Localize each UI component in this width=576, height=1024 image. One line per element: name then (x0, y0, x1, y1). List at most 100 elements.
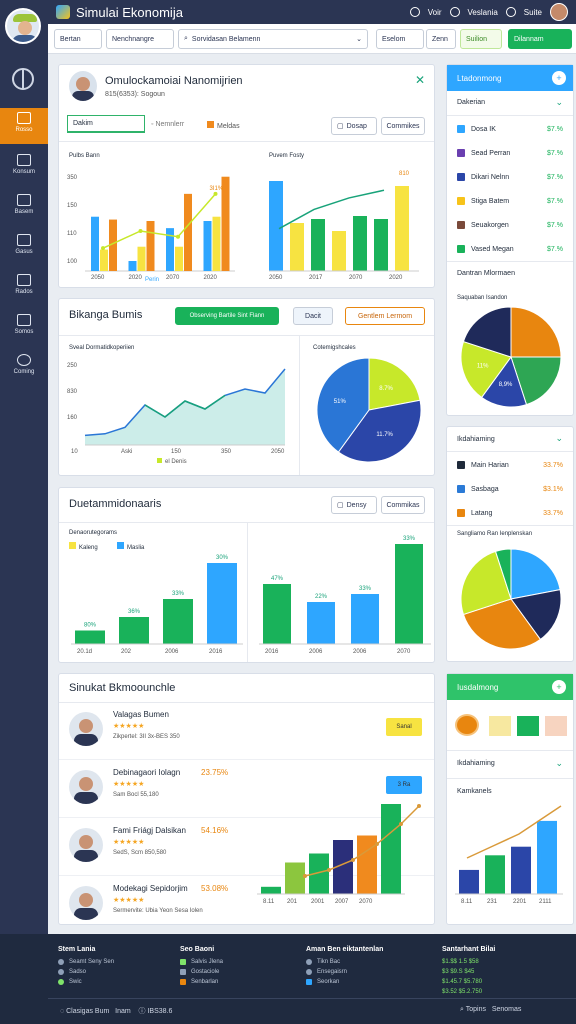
indicator-row[interactable]: Main Harian 33.7% (447, 453, 573, 477)
y-tick-label: 110 (67, 231, 77, 237)
divider (447, 778, 573, 779)
note-icon[interactable] (489, 716, 511, 736)
search-icon[interactable]: ⌕ (460, 1006, 464, 1013)
area-chart-title: Sveal Dormatidkoperiien (69, 345, 135, 351)
sidebar-item-rados[interactable]: Rados (0, 270, 48, 306)
plus-icon[interactable]: + (552, 71, 566, 85)
chevron-down-icon[interactable]: ⌄ (555, 97, 563, 108)
item-name: Valagas Bumen (113, 710, 169, 719)
x-tick-label: 2007 (335, 899, 349, 904)
tab-input[interactable]: Dakim (67, 115, 145, 133)
row-action-button[interactable]: 3 Ra (386, 776, 422, 794)
divider (447, 750, 573, 751)
plus-icon[interactable]: + (552, 680, 566, 694)
toolbar-button-zenn[interactable]: Zenn (426, 29, 456, 49)
list-item[interactable]: Valagas Bumen ★★★★★ Zikpertel: 3II 3x-BE… (59, 704, 434, 760)
footer-link[interactable]: Gostaciole (180, 969, 223, 975)
coin-icon[interactable] (455, 714, 479, 736)
divider (247, 522, 248, 662)
globe-icon[interactable] (12, 68, 34, 90)
indicator-row[interactable]: Dosa IK $7.% (447, 117, 573, 141)
indicator-row[interactable]: Vased Megan $7.% (447, 237, 573, 261)
toolbar-button-eselom[interactable]: Eselom (376, 29, 424, 49)
chevron-down-icon[interactable]: ⌄ (555, 758, 563, 769)
row-action-button[interactable]: Sanal (386, 718, 422, 736)
indicator-row[interactable]: Sasbaga $3.1% (447, 477, 573, 501)
footer-link[interactable]: Salvis Jlena (180, 959, 223, 965)
footer-bottom-right: ⌕ Topins Senomas (460, 1006, 522, 1013)
trend-point (101, 246, 105, 251)
toolbar-button-bertan[interactable]: Bertan (54, 29, 102, 49)
trend-point (375, 842, 379, 846)
trend-point (303, 874, 307, 878)
chart-icon[interactable] (517, 716, 539, 736)
data-label: 33% (359, 586, 372, 592)
close-icon[interactable]: ✕ (415, 73, 425, 87)
chevron-down-icon[interactable]: ⌄ (555, 433, 563, 444)
info-icon[interactable]: ⓘ (139, 1008, 146, 1015)
search-icon[interactable] (409, 7, 420, 17)
indicator-row[interactable]: Stiga Batem $7.% (447, 189, 573, 213)
search-input[interactable]: ⌕ Sorvidasan Belamenn ⌄ (178, 29, 368, 49)
square-icon: ▢ (337, 502, 344, 509)
chat-icon[interactable]: ◌ (60, 1008, 64, 1015)
sidebar-item-gasus[interactable]: Gasus (0, 230, 48, 266)
legend-item-1: ◦ Nemnlerr (151, 121, 185, 128)
dosap-button[interactable]: ▢ Dosap (331, 117, 377, 135)
y-tick-label: 160 (67, 415, 78, 421)
sidebar-item-konsum[interactable]: Konsum (0, 150, 48, 186)
gentlem-button[interactable]: Gentlem Lermom (345, 307, 425, 325)
commikes-button[interactable]: Commikes (381, 117, 425, 135)
divider (299, 335, 300, 475)
top-link-3[interactable]: Suite (524, 8, 542, 17)
sidebar-item-coming[interactable]: Coming (0, 350, 48, 386)
indicator-row[interactable]: Latang 33.7% (447, 501, 573, 525)
x-tick-label: 2111 (539, 899, 552, 905)
dashboard-icon (17, 112, 31, 124)
profile-avatar[interactable] (5, 8, 41, 44)
indicator-label: Sead Perran (471, 149, 511, 157)
footer-link[interactable]: Swic (58, 979, 114, 985)
settings-icon[interactable] (505, 7, 516, 17)
densy-button[interactable]: ▢ Densy (331, 496, 377, 514)
indicator-row[interactable]: Sead Perran $7.% (447, 141, 573, 165)
avatar (69, 712, 103, 746)
item-detail: Sermervite: Ubia Yeon Sesa Iolen (113, 908, 203, 914)
user-avatar[interactable] (550, 3, 568, 21)
commikas-button[interactable]: Commikas (381, 496, 425, 514)
footer-divider (48, 998, 576, 999)
arrow-icon (17, 234, 31, 246)
avatar (69, 886, 103, 920)
toolbar-button-suilion[interactable]: Suilion (460, 29, 502, 49)
item-percent: 53.08% (201, 884, 229, 893)
bar (395, 544, 423, 644)
top-link-1[interactable]: Voir (428, 8, 442, 17)
toolbar-button-dilannam[interactable]: Dilannam (508, 29, 572, 49)
footer-link[interactable]: Senbarlan (180, 979, 223, 985)
footer-link[interactable]: Sadso (58, 969, 114, 975)
footer-link[interactable]: Seorkan (306, 979, 383, 985)
area-fill (85, 369, 285, 445)
sidebar-item-basem[interactable]: Basem (0, 190, 48, 226)
sidebar-item-rosso[interactable]: Rosso (0, 108, 48, 144)
x-tick-label: 2001 (311, 899, 325, 904)
color-swatch (457, 197, 465, 205)
footer-link[interactable]: Tikn Bac (306, 959, 383, 965)
data-label: 22% (315, 594, 328, 600)
toolbar-button-nench[interactable]: Nenchnangre (106, 29, 174, 49)
indicator-row[interactable]: Dikari Nelnn $7.% (447, 165, 573, 189)
data-label: 47% (271, 576, 284, 582)
footer-link[interactable]: Ensegaisrn (306, 969, 383, 975)
indicator-row[interactable]: Seuakorgen $7.% (447, 213, 573, 237)
bar (207, 563, 237, 644)
observing-button[interactable]: Observing Bartile Sint Flann (175, 307, 279, 325)
footer-value: $3.52 $5.2.750 (442, 989, 483, 995)
footer-link[interactable]: Seamt Seny Sen (58, 959, 114, 965)
color-swatch (457, 173, 465, 181)
top-link-2[interactable]: Veslania (468, 8, 498, 17)
sidebar-item-somos[interactable]: Somos (0, 310, 48, 346)
notification-icon[interactable] (449, 7, 460, 17)
divider (59, 702, 434, 703)
dacit-button[interactable]: Dacit (293, 307, 333, 325)
doc-icon[interactable] (545, 716, 567, 736)
